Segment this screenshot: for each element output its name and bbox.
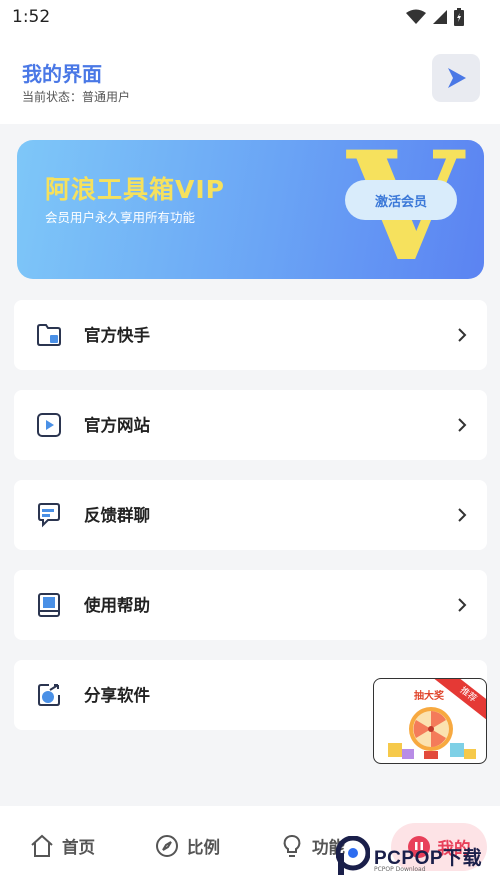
pcpop-logo-icon (336, 836, 370, 875)
menu-item-label: 反馈群聊 (84, 506, 150, 525)
book-icon (38, 593, 60, 617)
signal-icon (433, 10, 447, 24)
menu-item-label: 使用帮助 (84, 596, 150, 615)
wifi-icon (406, 9, 426, 24)
nav-tab-home[interactable]: 首页 (30, 834, 95, 858)
chevron-right-icon (458, 418, 467, 432)
pcpop-watermark: PCPOP下载 PCPOP Download (336, 834, 482, 878)
status-time: 1:52 (12, 7, 51, 27)
menu-item-label: 官方快手 (84, 326, 150, 345)
share-icon (38, 684, 60, 706)
chat-icon (38, 503, 60, 528)
menu-item-label: 分享软件 (84, 686, 150, 705)
chevron-right-icon (458, 508, 467, 522)
menu-item-website[interactable]: 官方网站 (14, 390, 487, 460)
battery-icon (454, 8, 464, 26)
vip-title: 阿浪工具箱VIP (45, 175, 225, 204)
home-icon (31, 834, 53, 857)
chevron-right-icon (458, 328, 467, 342)
folder-icon (37, 324, 61, 346)
menu-item-feedback[interactable]: 反馈群聊 (14, 480, 487, 550)
watermark-subtext: PCPOP Download (374, 866, 426, 873)
video-play-icon (37, 413, 61, 437)
page-title: 我的界面 (22, 62, 102, 86)
lucky-draw-promo[interactable]: 抽大奖 推荐 (373, 678, 487, 764)
nav-tab-label: 首页 (62, 838, 95, 857)
nav-tab-label: 比例 (187, 838, 220, 857)
page-header: 我的界面 当前状态：普通用户 (0, 36, 500, 124)
prize-wheel-icon (388, 707, 476, 759)
menu-item-label: 官方网站 (84, 416, 150, 435)
play-icon (448, 68, 466, 88)
vip-banner[interactable]: V 阿浪工具箱VIP 会员用户永久享用所有功能 激活会员 (17, 140, 484, 279)
chevron-right-icon (458, 598, 467, 612)
user-status-text: 当前状态：普通用户 (22, 90, 131, 104)
nav-tab-ratio[interactable]: 比例 (155, 834, 220, 858)
play-button[interactable] (432, 54, 480, 102)
lightbulb-icon (283, 835, 301, 857)
vip-subtitle: 会员用户永久享用所有功能 (45, 210, 196, 225)
status-icons (406, 8, 464, 26)
compass-icon (156, 835, 178, 857)
menu-item-kuaishou[interactable]: 官方快手 (14, 300, 487, 370)
menu-item-help[interactable]: 使用帮助 (14, 570, 487, 640)
status-bar: 1:52 (0, 0, 500, 36)
activate-vip-button[interactable]: 激活会员 (345, 180, 457, 220)
